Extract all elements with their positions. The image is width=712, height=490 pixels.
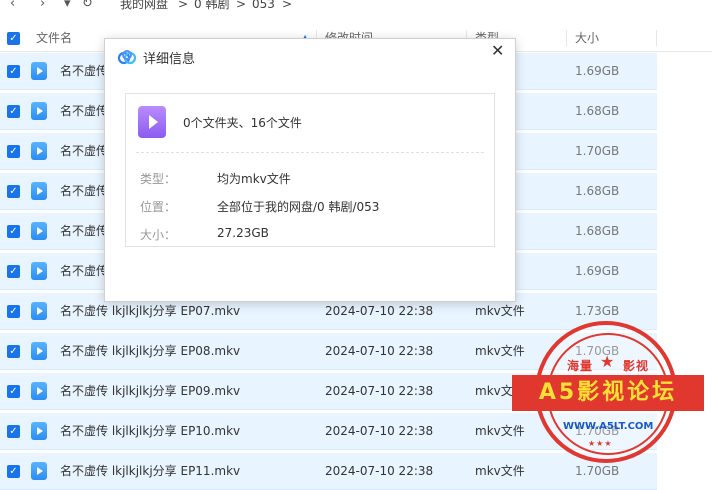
column-header-name[interactable]: 文件名 bbox=[36, 25, 72, 51]
baidu-cloud-icon bbox=[117, 50, 137, 65]
breadcrumb-separator: > bbox=[178, 0, 189, 11]
file-name: 名不虚传 lkjlkjlkj分享 EP08.mkv bbox=[60, 344, 241, 358]
details-panel: 0个文件夹、16个文件 类型： 均为mkv文件 位置： 全部位于我的网盘/0 韩… bbox=[125, 93, 495, 247]
file-name: 名不虚传 lkjlkjlkj分享 EP10.mkv bbox=[60, 424, 241, 438]
video-file-icon bbox=[31, 182, 47, 200]
row-checkbox[interactable]: ✓ bbox=[7, 225, 20, 238]
row-checkbox[interactable]: ✓ bbox=[7, 345, 20, 358]
file-size: 1.69GB bbox=[575, 264, 620, 278]
close-icon[interactable]: ✕ bbox=[491, 41, 504, 60]
file-modified-time: 2024-07-10 22:38 bbox=[325, 464, 434, 478]
file-modified-time: 2024-07-10 22:38 bbox=[325, 344, 434, 358]
row-checkbox[interactable]: ✓ bbox=[7, 425, 20, 438]
video-file-icon bbox=[138, 106, 166, 138]
type-value: 均为mkv文件 bbox=[217, 172, 291, 186]
file-size: 1.68GB bbox=[575, 224, 620, 238]
video-file-icon bbox=[31, 222, 47, 240]
selection-summary: 0个文件夹、16个文件 bbox=[183, 116, 302, 130]
video-file-icon bbox=[31, 422, 47, 440]
video-file-icon bbox=[31, 102, 47, 120]
row-checkbox[interactable]: ✓ bbox=[7, 465, 20, 478]
video-file-icon bbox=[31, 342, 47, 360]
file-name: 名不虚传 lkjlkjlkj分享 EP09.mkv bbox=[60, 384, 241, 398]
size-label: 大小： bbox=[140, 228, 177, 242]
row-checkbox[interactable]: ✓ bbox=[7, 385, 20, 398]
column-header-size[interactable]: 大小 bbox=[575, 25, 599, 51]
file-size: 1.69GB bbox=[575, 64, 620, 78]
details-dialog: 详细信息 ✕ 0个文件夹、16个文件 类型： 均为mkv文件 位置： 全部位于我… bbox=[104, 38, 516, 302]
row-checkbox[interactable]: ✓ bbox=[7, 65, 20, 78]
top-toolbar: ‹ › ▾ ↻ 我的网盘 > 0 韩剧 > 053 > bbox=[0, 0, 712, 14]
video-file-icon bbox=[31, 142, 47, 160]
breadcrumb-folder-053[interactable]: 053 bbox=[252, 0, 275, 14]
row-checkbox[interactable]: ✓ bbox=[7, 185, 20, 198]
type-label: 类型： bbox=[140, 172, 177, 186]
video-file-icon bbox=[31, 462, 47, 480]
file-name: 名不虚传 bbox=[60, 264, 109, 278]
video-file-icon bbox=[31, 382, 47, 400]
forward-button[interactable]: › bbox=[40, 0, 45, 14]
file-name: 名不虚传 bbox=[60, 184, 109, 198]
dialog-title: 详细信息 bbox=[143, 52, 196, 67]
star-icon: ★ bbox=[600, 352, 615, 371]
divider bbox=[136, 152, 484, 153]
file-type: mkv文件 bbox=[475, 424, 525, 438]
column-divider bbox=[566, 30, 567, 46]
file-modified-time: 2024-07-10 22:38 bbox=[325, 384, 434, 398]
breadcrumb-separator: > bbox=[282, 0, 293, 11]
file-name: 名不虚传 bbox=[60, 144, 109, 158]
file-size: 1.70GB bbox=[575, 144, 620, 158]
file-size: 1.68GB bbox=[575, 184, 620, 198]
stamp-url: WWW.A5LT.COM bbox=[563, 421, 654, 432]
row-checkbox[interactable]: ✓ bbox=[7, 265, 20, 278]
row-checkbox[interactable]: ✓ bbox=[7, 145, 20, 158]
stamp-text-right: 影视 bbox=[623, 359, 650, 373]
file-name: 名不虚传 bbox=[60, 224, 109, 238]
back-button[interactable]: ‹ bbox=[10, 0, 15, 14]
refresh-button[interactable]: ↻ bbox=[82, 0, 93, 14]
video-file-icon bbox=[31, 62, 47, 80]
file-type: mkv文件 bbox=[475, 464, 525, 478]
file-name: 名不虚传 bbox=[60, 64, 109, 78]
file-type: mkv文件 bbox=[475, 344, 525, 358]
file-size: 1.68GB bbox=[575, 104, 620, 118]
select-all-checkbox[interactable]: ✓ bbox=[7, 32, 20, 45]
location-label: 位置： bbox=[140, 200, 177, 214]
file-name: 名不虚传 bbox=[60, 104, 109, 118]
file-modified-time: 2024-07-10 22:38 bbox=[325, 424, 434, 438]
history-dropdown-button[interactable]: ▾ bbox=[64, 0, 71, 14]
video-file-icon bbox=[31, 262, 47, 280]
file-name: 名不虚传 lkjlkjlkj分享 EP11.mkv bbox=[60, 464, 241, 478]
stamp-stars: ★★★ bbox=[588, 439, 613, 448]
watermark-banner: A5影视论坛 bbox=[512, 375, 704, 411]
video-file-icon bbox=[31, 302, 47, 320]
row-checkbox[interactable]: ✓ bbox=[7, 105, 20, 118]
breadcrumb-folder-korean-drama[interactable]: 0 韩剧 bbox=[194, 0, 229, 14]
breadcrumb-separator: > bbox=[236, 0, 247, 11]
column-divider bbox=[656, 30, 657, 46]
location-value: 全部位于我的网盘/0 韩剧/053 bbox=[217, 200, 380, 214]
row-checkbox[interactable]: ✓ bbox=[7, 305, 20, 318]
breadcrumb-root[interactable]: 我的网盘 bbox=[120, 0, 168, 14]
size-value: 27.23GB bbox=[217, 226, 269, 240]
stamp-text-left: 海量 bbox=[567, 359, 594, 373]
file-row[interactable]: ✓ 名不虚传 lkjlkjlkj分享 EP11.mkv 2024-07-10 22:… bbox=[0, 453, 657, 490]
